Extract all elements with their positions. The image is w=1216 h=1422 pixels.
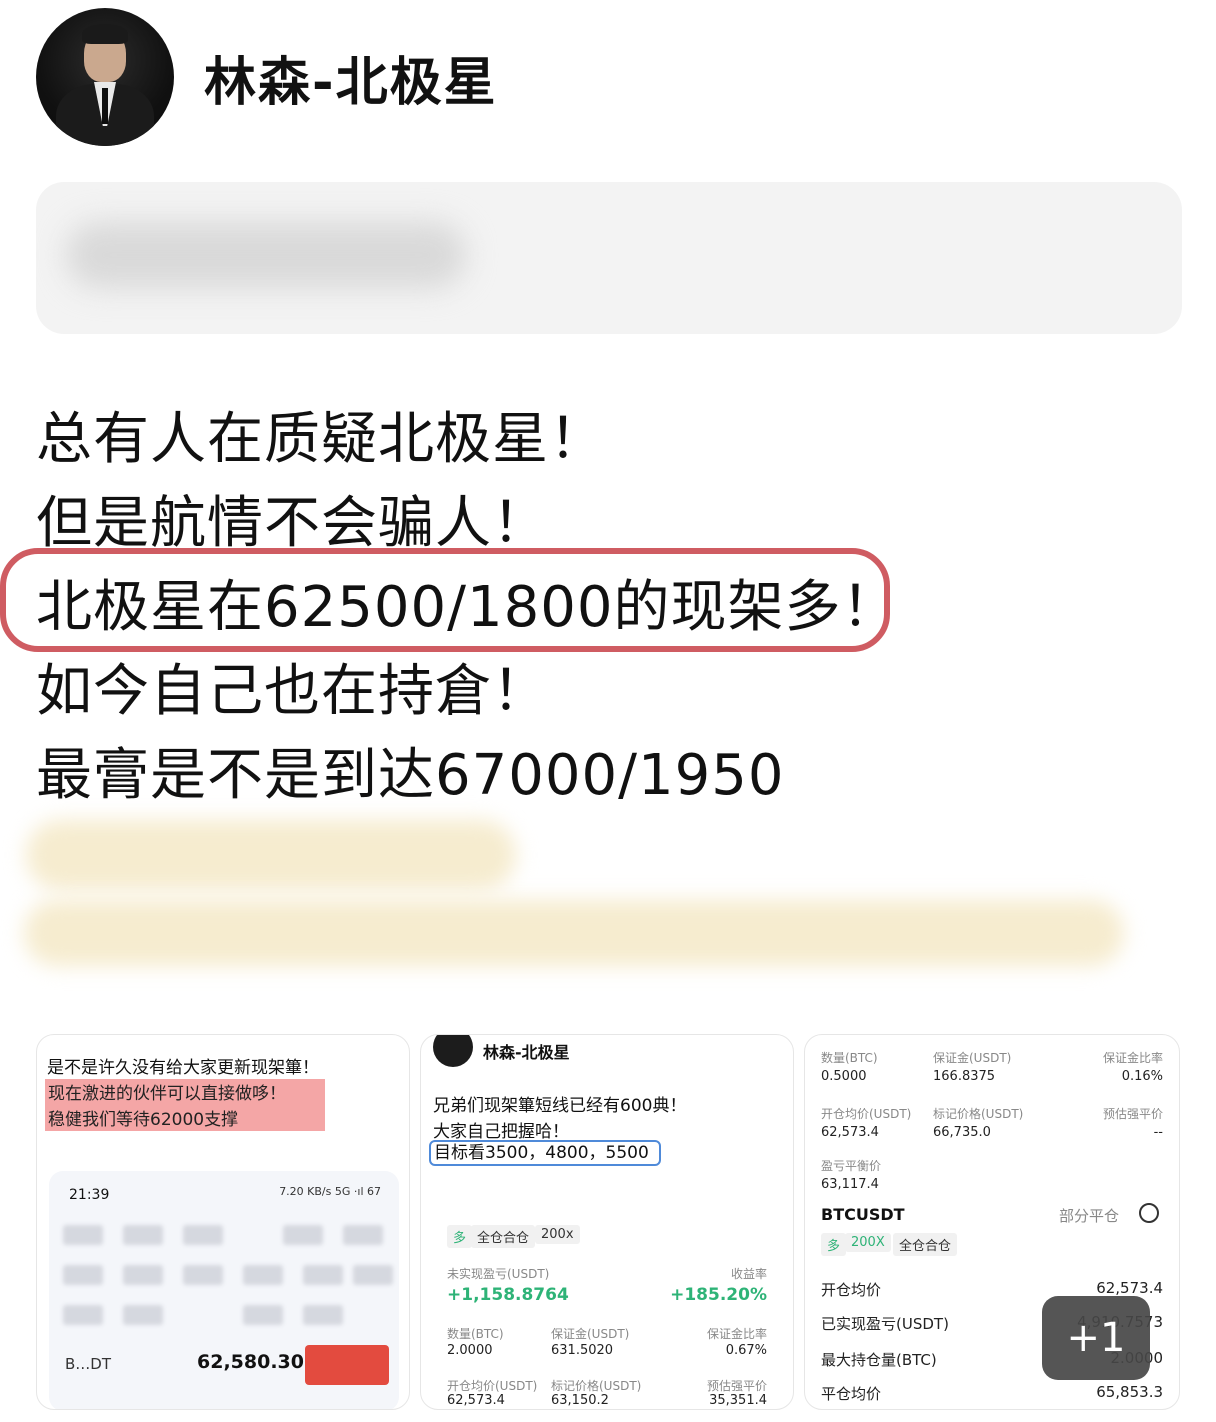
breakeven-value: 63,117.4 [821,1177,879,1192]
thumb-text: 大家自己把握哈！ [433,1122,569,1142]
partial-close-button: 部分平仓 [1059,1207,1120,1225]
more-images-badge[interactable]: +1 [1042,1296,1150,1380]
tag-margin: 全仓合仓 [471,1225,536,1248]
row-label: 开仓均价 [821,1281,882,1299]
liq-label: 预估强平价 [706,1379,767,1393]
blurred-text [24,900,1124,966]
mark-value: 66,735.0 [933,1125,991,1140]
thumb-text-highlight: 稳健我们等待62000支撑 [45,1105,325,1131]
tag-long: 多 [821,1233,847,1256]
username[interactable]: 林森-北极星 [204,40,498,115]
sell-button [305,1345,389,1385]
avatar [433,1035,473,1067]
avatar[interactable] [36,8,174,146]
entry-label: 开仓均价(USDT) [821,1107,912,1121]
thumb-text: 是不是许久没有给大家更新现架篳！ [47,1058,319,1078]
qty-label: 数量(BTC) [447,1327,504,1341]
row-value: 62,573.4 [1096,1279,1163,1297]
thumbnail-image-2[interactable]: 林森-北极星 兄弟们现架篳短线已经有600典！ 大家自己把握哈！ 目标看3500… [420,1034,794,1410]
row-label: 平仓均价 [821,1385,882,1403]
margin-value: 631.5020 [551,1343,614,1358]
mark-label: 标记价格(USDT) [933,1107,1024,1121]
row-value: 65,853.3 [1096,1383,1163,1401]
qty-value: 2.0000 [447,1343,493,1358]
ticker-symbol: B…DT [65,1355,112,1373]
highlight-ring [0,548,890,652]
entry-value: 62,573.4 [821,1125,879,1140]
ticker-symbol: BTCUSDT [821,1205,905,1224]
ratio-value: 0.67% [725,1343,767,1358]
row-label: 已实现盈亏(USDT) [821,1315,949,1333]
tag-margin: 全仓合仓 [893,1233,958,1256]
author-name: 林森-北极星 [483,1043,570,1062]
tag-long: 多 [447,1225,473,1248]
tag-leverage: 200X [845,1233,891,1252]
status-time: 21:39 [69,1187,110,1203]
post-line: 最膏是不是到达67000/1950 [36,743,785,808]
entry-value: 62,573.4 [447,1393,505,1408]
entry-label: 开仓均价(USDT) [447,1379,538,1393]
liq-value: 35,351.4 [709,1393,767,1408]
target-box: 目标看3500，4800，5500 [429,1140,661,1166]
qty-value: 0.5000 [821,1069,867,1084]
breakeven-label: 盈亏平衡价 [821,1159,882,1173]
roi-value: +185.20% [670,1285,767,1305]
share-icon [1139,1203,1159,1223]
phone-screenshot: 21:39 7.20 KB/s 5G ·ıl 67 B…DT 62,580.30 [49,1171,399,1409]
status-bar: 7.20 KB/s 5G ·ıl 67 [279,1185,381,1198]
thumb-text: 兄弟们现架篳短线已经有600典！ [433,1096,687,1116]
mark-label: 标记价格(USDT) [551,1379,642,1393]
mark-value: 63,150.2 [551,1393,609,1408]
ticker-price: 62,580.30 [197,1351,304,1373]
row-label: 最大持仓量(BTC) [821,1351,937,1369]
margin-label: 保证金(USDT) [933,1051,1012,1065]
ratio-label: 保证金比率 [1102,1051,1163,1065]
liq-label: 预估强平价 [1102,1107,1163,1121]
thumb-text-highlight: 现在激进的伙伴可以直接做哆！ [45,1079,325,1105]
unrealized-label: 未实现盈亏(USDT) [447,1267,550,1281]
ratio-value: 0.16% [1121,1069,1163,1084]
margin-value: 166.8375 [933,1069,996,1084]
post-line: 总有人在质疑北极星！ [36,407,606,472]
tag-leverage: 200x [535,1225,580,1244]
roi-label: 收益率 [730,1267,767,1281]
thumbnail-image-1[interactable]: 是不是许久没有给大家更新现架篳！ 现在激进的伙伴可以直接做哆！ 稳健我们等待62… [36,1034,410,1410]
ratio-label: 保证金比率 [706,1327,767,1341]
liq-value: -- [1153,1125,1163,1140]
qty-label: 数量(BTC) [821,1051,878,1065]
margin-label: 保证金(USDT) [551,1327,630,1341]
blurred-text [26,820,516,890]
post-line: 如今自己也在持倉！ [36,659,549,724]
unrealized-value: +1,158.8764 [447,1285,569,1305]
blurred-content-box [36,182,1182,334]
